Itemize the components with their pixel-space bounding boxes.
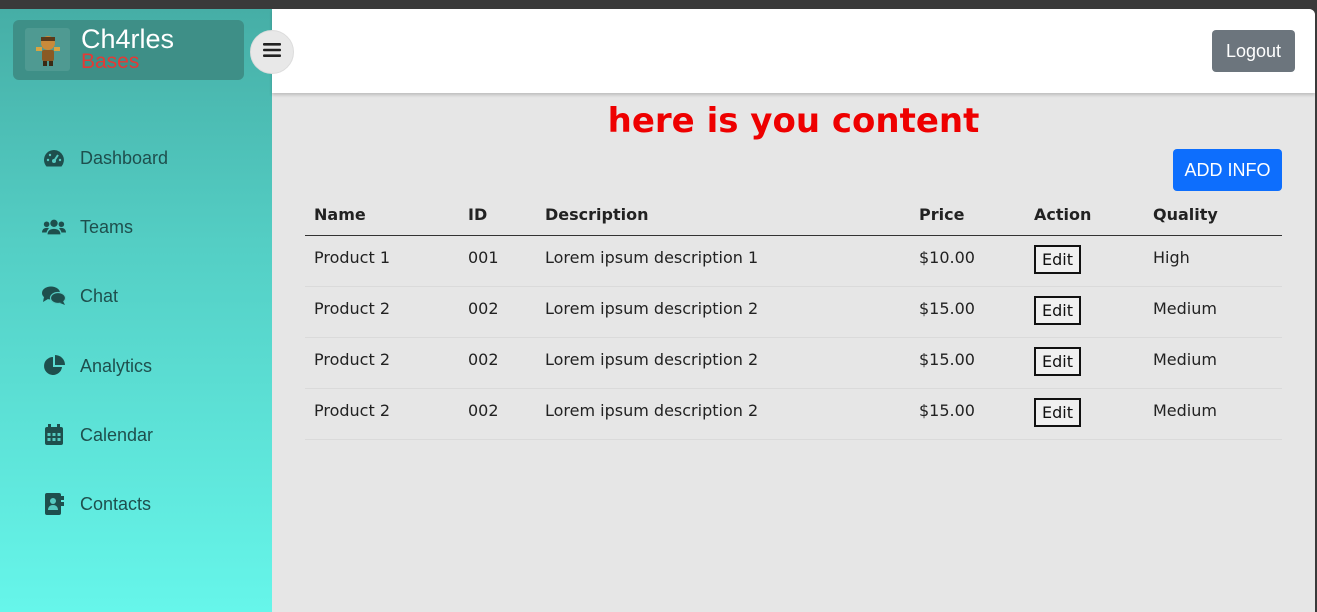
cell-price: $15.00: [910, 337, 1025, 389]
brand-logo-icon: [25, 28, 70, 71]
sidebar-item-teams[interactable]: Teams: [42, 212, 262, 242]
cell-price: $15.00: [910, 286, 1025, 338]
logout-button[interactable]: Logout: [1212, 30, 1295, 72]
cell-action: Edit: [1025, 286, 1144, 338]
cell-id: 002: [459, 286, 536, 338]
table-row: Product 2 002 Lorem ipsum description 2 …: [305, 337, 1282, 389]
top-bar: Logout: [272, 9, 1315, 93]
cell-id: 002: [459, 337, 536, 389]
cell-description: Lorem ipsum description 1: [536, 235, 910, 287]
add-info-button[interactable]: ADD INFO: [1173, 149, 1282, 191]
column-header-description[interactable]: Description: [536, 195, 910, 236]
cell-price: $10.00: [910, 235, 1025, 287]
cell-action: Edit: [1025, 235, 1144, 287]
edit-button[interactable]: Edit: [1034, 346, 1081, 376]
sidebar-item-label: Calendar: [80, 424, 154, 445]
column-header-quality[interactable]: Quality: [1144, 195, 1282, 236]
column-header-id[interactable]: ID: [459, 195, 536, 236]
sidebar: Ch4rles Bases Dashboard Teams Chat Analy…: [0, 9, 272, 612]
hamburger-icon: [263, 42, 281, 63]
cell-name: Product 2: [305, 286, 459, 338]
cell-id: 001: [459, 235, 536, 287]
edit-button[interactable]: Edit: [1034, 295, 1081, 325]
page-title: here is you content: [607, 101, 980, 141]
users-icon: [42, 215, 66, 239]
column-header-price[interactable]: Price: [910, 195, 1025, 236]
cell-price: $15.00: [910, 388, 1025, 440]
sidebar-item-dashboard[interactable]: Dashboard: [42, 143, 262, 173]
cell-name: Product 1: [305, 235, 459, 287]
cell-action: Edit: [1025, 337, 1144, 389]
sidebar-item-label: Chat: [80, 285, 119, 306]
gauge-icon: [42, 146, 66, 170]
sidebar-item-chat[interactable]: Chat: [42, 281, 262, 311]
sidebar-item-contacts[interactable]: Contacts: [42, 489, 262, 519]
table-row: Product 1 001 Lorem ipsum description 1 …: [305, 235, 1282, 287]
sidebar-item-label: Dashboard: [80, 147, 169, 168]
cell-id: 002: [459, 388, 536, 440]
sidebar-item-label: Contacts: [80, 493, 152, 514]
column-header-action[interactable]: Action: [1025, 195, 1144, 236]
table-row: Product 2 002 Lorem ipsum description 2 …: [305, 388, 1282, 440]
cell-quality: Medium: [1144, 286, 1282, 338]
cell-action: Edit: [1025, 388, 1144, 440]
table-row: Product 2 002 Lorem ipsum description 2 …: [305, 286, 1282, 338]
menu-toggle-button[interactable]: [250, 30, 294, 74]
brand[interactable]: Ch4rles Bases: [13, 20, 244, 80]
cell-name: Product 2: [305, 388, 459, 440]
contact-book-icon: [42, 492, 66, 516]
pie-chart-icon: [42, 354, 66, 378]
sidebar-item-label: Teams: [80, 216, 134, 237]
cell-description: Lorem ipsum description 2: [536, 337, 910, 389]
edit-button[interactable]: Edit: [1034, 397, 1081, 427]
column-header-name[interactable]: Name: [305, 195, 459, 236]
chat-icon: [42, 284, 66, 308]
app-window: Ch4rles Bases Dashboard Teams Chat Analy…: [0, 9, 1315, 612]
products-table: Name ID Description Price Action Quality…: [305, 195, 1282, 440]
cell-quality: Medium: [1144, 337, 1282, 389]
cell-description: Lorem ipsum description 2: [536, 388, 910, 440]
edit-button[interactable]: Edit: [1034, 244, 1081, 274]
sidebar-item-label: Analytics: [80, 355, 153, 376]
cell-quality: Medium: [1144, 388, 1282, 440]
calendar-icon: [42, 423, 66, 447]
sidebar-item-analytics[interactable]: Analytics: [42, 351, 262, 381]
table-header-row: Name ID Description Price Action Quality: [305, 195, 1282, 236]
cell-name: Product 2: [305, 337, 459, 389]
brand-subtitle: Bases: [81, 50, 140, 73]
cell-description: Lorem ipsum description 2: [536, 286, 910, 338]
cell-quality: High: [1144, 235, 1282, 287]
sidebar-item-calendar[interactable]: Calendar: [42, 420, 262, 450]
